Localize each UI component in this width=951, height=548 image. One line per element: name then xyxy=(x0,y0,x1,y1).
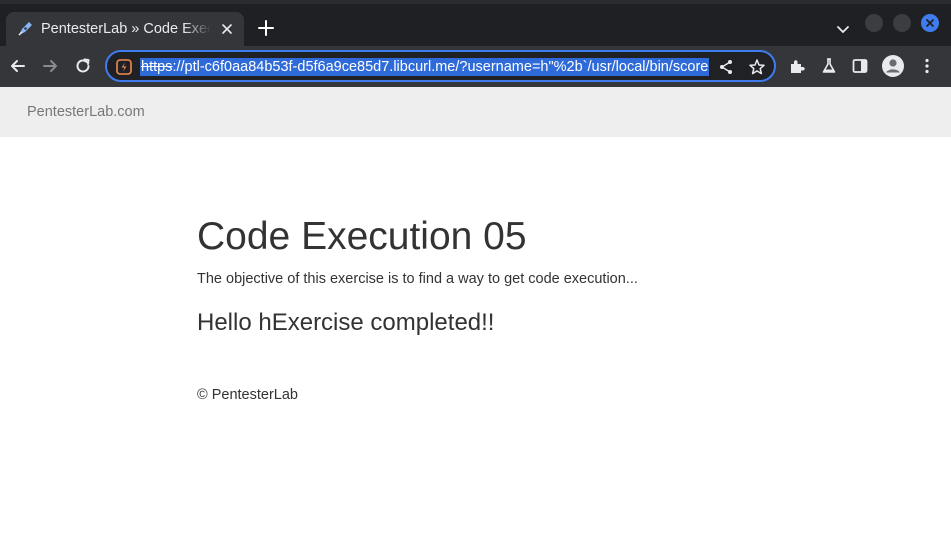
star-icon[interactable] xyxy=(748,58,766,76)
minimize-button[interactable] xyxy=(865,14,883,32)
puzzle-icon[interactable] xyxy=(787,56,807,76)
account-icon[interactable] xyxy=(881,54,905,78)
browser-toolbar: https://ptl-c6f0aa84b53f-d5f6a9ce85d7.li… xyxy=(0,46,951,87)
browser-tab[interactable]: PentesterLab » Code Execution 05 xyxy=(6,12,244,46)
url-scheme: https xyxy=(141,59,173,75)
chevron-down-icon[interactable] xyxy=(834,20,852,38)
page-title: Code Execution 05 xyxy=(197,215,527,258)
tab-strip: PentesterLab » Code Execution 05 xyxy=(0,0,951,46)
arrow-right-icon[interactable] xyxy=(40,56,60,76)
flask-icon[interactable] xyxy=(819,56,839,76)
maximize-button[interactable] xyxy=(893,14,911,32)
site-navbar: PentesterLab.com xyxy=(0,87,951,137)
exercise-description: The objective of this exercise is to fin… xyxy=(197,271,638,287)
url-text[interactable]: https://ptl-c6f0aa84b53f-d5f6a9ce85d7.li… xyxy=(140,58,710,76)
arrow-left-icon[interactable] xyxy=(8,56,28,76)
page-footer: © PentesterLab xyxy=(197,387,298,403)
pentesterlab-pen-icon xyxy=(18,22,32,36)
brand-link[interactable]: PentesterLab.com xyxy=(27,104,145,121)
url-rest: ://ptl-c6f0aa84b53f-d5f6a9ce85d7.libcurl… xyxy=(172,59,709,75)
plus-icon[interactable] xyxy=(256,18,276,38)
kebab-menu-icon[interactable] xyxy=(917,56,937,76)
tab-title: PentesterLab » Code Execution 05 xyxy=(41,21,211,37)
window-close-button[interactable] xyxy=(921,14,939,32)
not-secure-icon[interactable] xyxy=(115,58,133,76)
result-message: Hello hExercise completed!! xyxy=(197,309,495,336)
share-icon[interactable] xyxy=(717,58,735,76)
close-icon[interactable] xyxy=(218,20,236,38)
address-bar[interactable]: https://ptl-c6f0aa84b53f-d5f6a9ce85d7.li… xyxy=(105,50,776,82)
reload-icon[interactable] xyxy=(73,56,93,76)
side-panel-icon[interactable] xyxy=(850,56,870,76)
close-icon xyxy=(926,19,934,27)
